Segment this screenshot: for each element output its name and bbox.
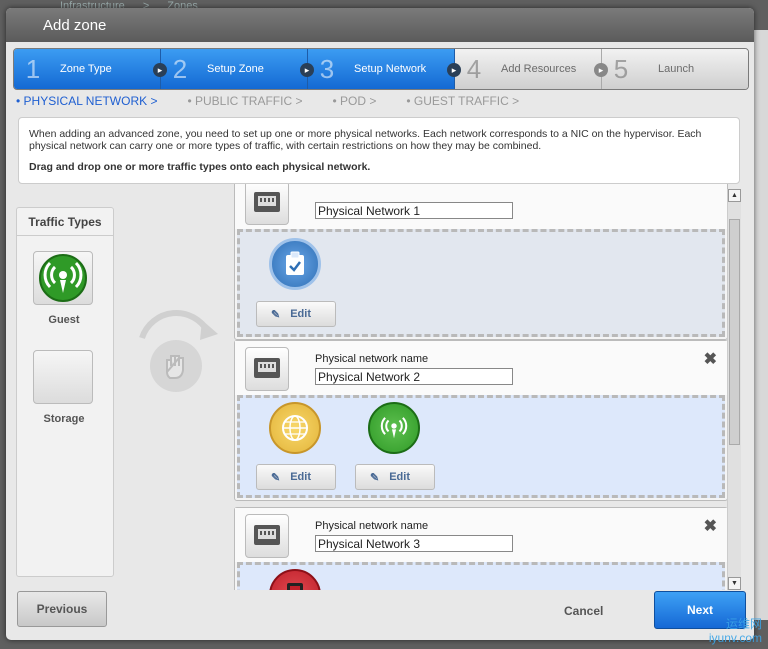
network-name-label: Physical network name — [315, 520, 429, 532]
chevron-right-icon: ▸ — [153, 63, 167, 77]
edit-label: Edit — [389, 471, 410, 483]
edit-label: Edit — [290, 471, 311, 483]
background-panel — [754, 30, 768, 620]
scroll-down-icon[interactable]: ▼ — [728, 577, 741, 590]
substep-guest-traffic: • GUEST TRAFFIC > — [406, 94, 520, 108]
networks-scrollbar[interactable]: ▲ ▼ — [727, 189, 741, 590]
traffic-type-storage[interactable]: Storage — [33, 350, 95, 425]
traffic-type-label: Storage — [43, 413, 85, 425]
info-instruction-rest: onto each physical network. — [226, 161, 371, 173]
step-label: Setup Network — [354, 63, 427, 75]
step-setup-zone[interactable]: 2 Setup Zone ▸ — [161, 49, 314, 89]
storage-traffic-icon[interactable] — [269, 569, 321, 590]
watermark-line2: iyunv.com — [708, 631, 762, 645]
guest-traffic-icon — [39, 254, 87, 302]
close-icon[interactable]: ✖ — [704, 516, 717, 536]
network-header: Physical network name ✖ — [235, 508, 727, 562]
traffic-types-title: Traffic Types — [17, 208, 113, 236]
public-traffic-icon[interactable] — [269, 402, 321, 454]
info-instruction: Drag and drop one or more traffic types … — [29, 161, 729, 173]
chevron-right-icon: ▸ — [300, 63, 314, 77]
network-name-label: Physical network name — [315, 353, 429, 365]
network-name-input[interactable] — [315, 202, 513, 219]
traffic-drop-zone[interactable] — [237, 562, 725, 590]
network-port-icon — [245, 184, 289, 225]
scroll-thumb[interactable] — [729, 219, 740, 445]
wizard-steps: 1 Zone Type ▸ 2 Setup Zone ▸ 3 Setup Net… — [13, 48, 749, 90]
traffic-types-panel: Traffic Types Guest Storage — [16, 207, 114, 577]
scroll-up-icon[interactable]: ▲ — [728, 189, 741, 202]
substep-physical-network: • PHYSICAL NETWORK > — [16, 94, 158, 108]
storage-traffic-tile[interactable] — [33, 350, 93, 404]
edit-traffic-button[interactable]: ✎ Edit — [256, 464, 336, 490]
network-name-input[interactable] — [315, 535, 513, 552]
step-add-resources[interactable]: 4 Add Resources ▸ — [455, 49, 608, 89]
traffic-type-label: Guest — [48, 314, 80, 326]
substep-pod: • POD > — [332, 94, 377, 108]
traffic-type-guest[interactable]: Guest — [33, 251, 95, 326]
step-label: Setup Zone — [207, 63, 264, 75]
chevron-right-icon: ▸ — [447, 63, 461, 77]
step-label: Launch — [658, 63, 695, 75]
traffic-drop-zone[interactable]: ✎ Edit ✎ Edit — [237, 395, 725, 498]
network-name-input[interactable] — [315, 368, 513, 385]
info-instruction-bold: Drag and drop one or more traffic types — [29, 161, 227, 173]
network-header — [235, 184, 727, 229]
step-launch[interactable]: 5 Launch — [602, 49, 748, 89]
add-zone-dialog: Add zone 1 Zone Type ▸ 2 Setup Zone ▸ 3 … — [6, 8, 754, 640]
info-text: When adding an advanced zone, you need t… — [29, 128, 702, 152]
traffic-drop-zone[interactable]: ✎ Edit — [237, 229, 725, 337]
network-header: Physical network name ✖ — [235, 341, 727, 395]
info-box: When adding an advanced zone, you need t… — [18, 117, 740, 184]
network-port-icon — [245, 514, 289, 558]
edit-icon: ✎ — [370, 471, 380, 484]
edit-traffic-button[interactable]: ✎ Edit — [256, 301, 336, 327]
management-traffic-icon[interactable] — [269, 238, 321, 290]
guest-traffic-icon[interactable] — [368, 402, 420, 454]
physical-networks-area: ✎ Edit Physical network name ✖ — [234, 184, 728, 590]
watermark-line1: 运维网 — [725, 617, 762, 631]
physical-network-2: Physical network name ✖ ✎ Edit ✎ Edit — [234, 340, 728, 501]
edit-traffic-button[interactable]: ✎ Edit — [355, 464, 435, 490]
previous-button[interactable]: Previous — [17, 591, 107, 627]
cancel-button[interactable]: Cancel — [564, 604, 603, 618]
physical-network-3: Physical network name ✖ — [234, 507, 728, 590]
substeps: • PHYSICAL NETWORK > • PUBLIC TRAFFIC > … — [16, 94, 549, 110]
watermark: 运维网 iyunv.com — [709, 617, 762, 645]
step-label: Zone Type — [60, 63, 112, 75]
edit-icon: ✎ — [271, 471, 281, 484]
substep-public-traffic: • PUBLIC TRAFFIC > — [187, 94, 303, 108]
edit-icon: ✎ — [271, 308, 281, 321]
step-setup-network[interactable]: 3 Setup Network ▸ — [308, 49, 461, 89]
drag-hand-icon — [139, 310, 218, 392]
network-port-icon — [245, 347, 289, 391]
step-label: Add Resources — [501, 63, 577, 75]
dialog-title: Add zone — [6, 8, 754, 42]
edit-label: Edit — [290, 308, 311, 320]
physical-network-1: ✎ Edit — [234, 184, 728, 340]
drag-hint — [136, 308, 220, 398]
step-number: 1 — [25, 53, 41, 84]
chevron-right-icon: ▸ — [594, 63, 608, 77]
close-icon[interactable]: ✖ — [704, 349, 717, 369]
guest-traffic-tile[interactable] — [33, 251, 93, 305]
step-zone-type[interactable]: 1 Zone Type ▸ — [14, 49, 167, 89]
